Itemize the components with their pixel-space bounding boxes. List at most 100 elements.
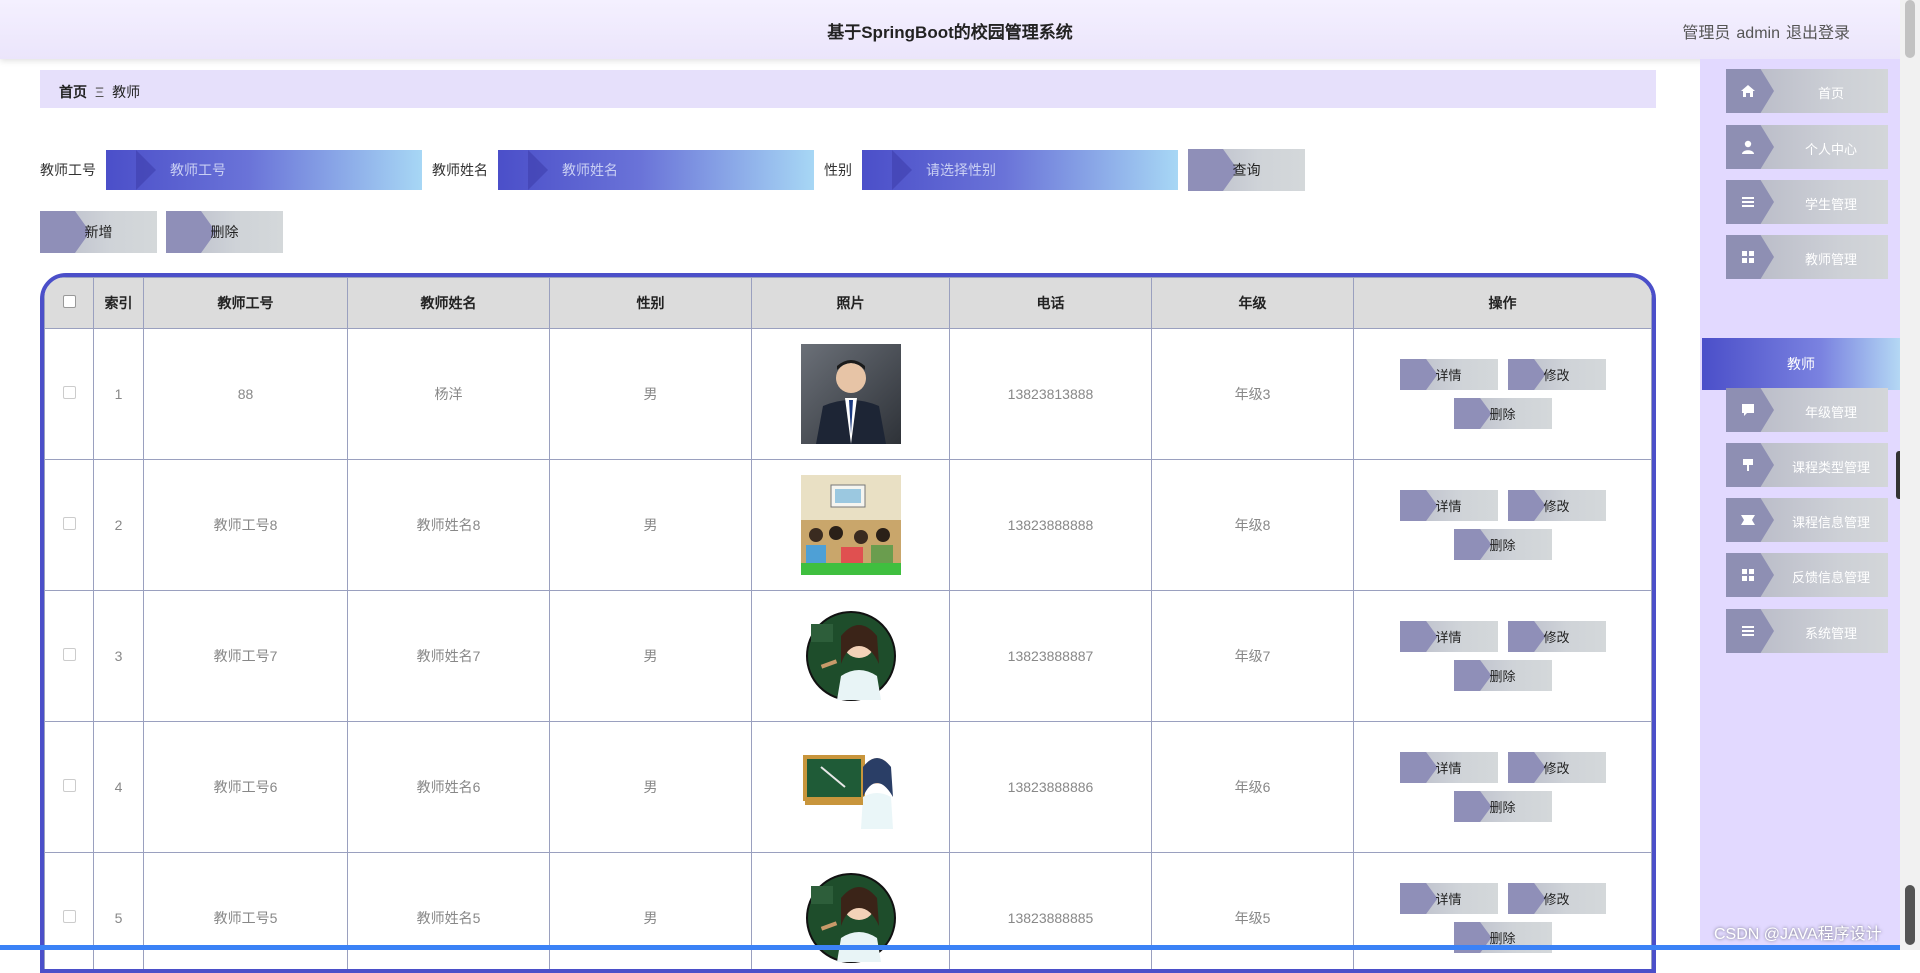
scrollbar-thumb[interactable]	[1905, 0, 1915, 58]
teacher-name-label: 教师姓名	[432, 160, 488, 180]
input-notch	[892, 150, 912, 190]
button-tab-shape	[1508, 752, 1546, 783]
sidebar-item-7[interactable]: 课程类型管理	[1726, 443, 1888, 487]
sidebar-item-label: 首页	[1774, 83, 1888, 102]
row-delete-button[interactable]: 删除	[1454, 791, 1552, 822]
row-delete-button[interactable]: 删除	[1454, 398, 1552, 429]
teacher-name-field	[498, 150, 824, 190]
scrollbar-thumb-secondary[interactable]	[1905, 885, 1915, 945]
sidebar-item-teacher-active[interactable]: 教师	[1702, 338, 1900, 390]
add-button[interactable]: 新增	[40, 211, 157, 253]
app-title: 基于SpringBoot的校园管理系统	[0, 18, 1900, 43]
button-tab-shape	[1454, 529, 1492, 560]
button-tab-shape	[1508, 359, 1546, 390]
detail-button[interactable]: 详情	[1400, 621, 1498, 652]
edit-button-label: 修改	[1543, 892, 1569, 907]
cell-teacher-no: 教师工号6	[144, 722, 348, 853]
teacher-table-container: 索引 教师工号 教师姓名 性别 照片 电话 年级 操作 1 88 杨洋 男 13…	[40, 273, 1656, 973]
teacher-no-label: 教师工号	[40, 160, 96, 180]
sidebar-item-label: 年级管理	[1774, 402, 1888, 421]
cell-phone: 13823888888	[950, 460, 1152, 591]
cell-grade: 年级5	[1152, 853, 1354, 973]
col-header-grade: 年级	[1152, 278, 1354, 329]
button-tab-shape	[1508, 883, 1546, 914]
batch-delete-button[interactable]: 删除	[166, 211, 283, 253]
edit-button-label: 修改	[1543, 368, 1569, 383]
cell-gender: 男	[550, 329, 752, 460]
teacher-photo	[801, 385, 901, 401]
edit-button[interactable]: 修改	[1508, 490, 1606, 521]
cell-photo	[752, 722, 950, 853]
sidebar-item-4[interactable]: 教师管理	[1726, 235, 1888, 279]
cell-grade: 年级7	[1152, 591, 1354, 722]
col-header-teacher-no: 教师工号	[144, 278, 348, 329]
button-tab-shape	[1400, 621, 1438, 652]
vertical-scrollbar[interactable]	[1900, 0, 1920, 950]
teacher-no-field	[106, 150, 432, 190]
row-checkbox[interactable]	[63, 779, 76, 792]
button-tab-shape	[1188, 149, 1238, 191]
row-delete-button[interactable]: 删除	[1454, 660, 1552, 691]
cell-actions: 详情 修改 删除	[1354, 722, 1652, 853]
cell-grade: 年级3	[1152, 329, 1354, 460]
cell-gender: 男	[550, 853, 752, 973]
col-header-photo: 照片	[752, 278, 950, 329]
sidebar-item-10[interactable]: 系统管理	[1726, 609, 1888, 653]
edit-button[interactable]: 修改	[1508, 621, 1606, 652]
breadcrumb-home[interactable]: 首页	[59, 84, 87, 100]
detail-button[interactable]: 详情	[1400, 883, 1498, 914]
button-tab-shape	[1400, 883, 1438, 914]
sidebar-item-3[interactable]: 学生管理	[1726, 180, 1888, 224]
query-button[interactable]: 查询	[1188, 149, 1305, 191]
row-checkbox[interactable]	[63, 517, 76, 530]
detail-button[interactable]: 详情	[1400, 490, 1498, 521]
row-delete-button-label: 删除	[1489, 800, 1515, 815]
detail-button[interactable]: 详情	[1400, 752, 1498, 783]
horizontal-scrollbar[interactable]	[0, 945, 1900, 950]
table-row: 4 教师工号6 教师姓名6 男 13823888886 年级6 详情 修改 删除	[45, 722, 1652, 853]
add-button-label: 新增	[85, 224, 113, 240]
edit-button-label: 修改	[1543, 761, 1569, 776]
edit-button[interactable]: 修改	[1508, 883, 1606, 914]
sidebar-item-1[interactable]: 首页	[1726, 69, 1888, 113]
row-checkbox[interactable]	[63, 386, 76, 399]
cell-gender: 男	[550, 460, 752, 591]
row-select-cell	[45, 329, 94, 460]
edit-button[interactable]: 修改	[1508, 752, 1606, 783]
sidebar-item-8[interactable]: 课程信息管理	[1726, 498, 1888, 542]
cell-actions: 详情 修改 删除	[1354, 853, 1652, 973]
row-delete-button[interactable]: 删除	[1454, 529, 1552, 560]
cell-index: 1	[94, 329, 144, 460]
teacher-photo	[801, 516, 901, 532]
button-tab-shape	[1508, 490, 1546, 521]
logout-link[interactable]: 退出登录	[1786, 25, 1850, 42]
col-header-name: 教师姓名	[348, 278, 550, 329]
col-header-index: 索引	[94, 278, 144, 329]
row-checkbox[interactable]	[63, 910, 76, 923]
cell-phone: 13823813888	[950, 329, 1152, 460]
cell-gender: 男	[550, 722, 752, 853]
row-delete-button-label: 删除	[1489, 669, 1515, 684]
row-actions: 详情 修改 删除	[1393, 359, 1613, 429]
role-label: 管理员	[1682, 25, 1730, 42]
row-actions: 详情 修改 删除	[1393, 490, 1613, 560]
teacher-photo	[801, 778, 901, 794]
edit-button[interactable]: 修改	[1508, 359, 1606, 390]
sidebar-item-6[interactable]: 年级管理	[1726, 388, 1888, 432]
sidebar-item-2[interactable]: 个人中心	[1726, 125, 1888, 169]
cell-phone: 13823888886	[950, 722, 1152, 853]
button-tab-shape	[1400, 490, 1438, 521]
detail-button-label: 详情	[1435, 368, 1461, 383]
row-select-cell	[45, 722, 94, 853]
detail-button[interactable]: 详情	[1400, 359, 1498, 390]
button-tab-shape	[1400, 752, 1438, 783]
sidebar-item-9[interactable]: 反馈信息管理	[1726, 553, 1888, 597]
row-checkbox[interactable]	[63, 648, 76, 661]
user-area: 管理员admin退出登录	[1676, 19, 1850, 43]
select-all-checkbox[interactable]	[63, 295, 76, 308]
cell-gender: 男	[550, 591, 752, 722]
button-tab-shape	[40, 211, 90, 253]
cell-teacher-no: 教师工号5	[144, 853, 348, 973]
detail-button-label: 详情	[1435, 630, 1461, 645]
sidebar-item-label: 个人中心	[1774, 139, 1888, 158]
